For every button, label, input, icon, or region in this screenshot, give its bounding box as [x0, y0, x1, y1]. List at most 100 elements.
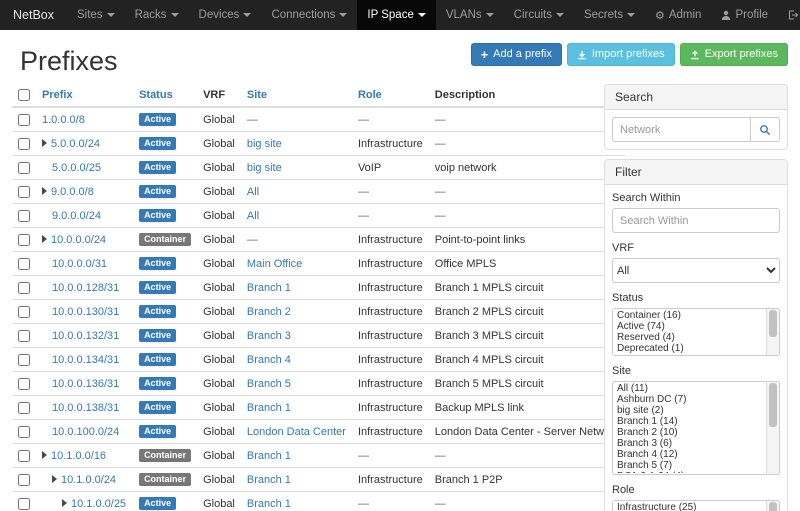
- nav-item-secrets[interactable]: Secrets: [574, 0, 645, 30]
- add-a-prefix-button[interactable]: +Add a prefix: [471, 43, 562, 66]
- filter-status-listbox[interactable]: Container (16)Active (74)Reserved (4)Dep…: [612, 308, 780, 356]
- listbox-option[interactable]: Branch 5 (7): [614, 460, 765, 471]
- search-input[interactable]: [612, 117, 750, 142]
- prefix-link[interactable]: 10.0.0.132/31: [52, 330, 119, 342]
- row-checkbox[interactable]: [18, 402, 30, 414]
- nav-item-racks[interactable]: Racks: [125, 0, 189, 30]
- filter-vrf-select[interactable]: All: [612, 258, 780, 283]
- scrollbar[interactable]: [766, 382, 779, 474]
- sort-link[interactable]: Status: [139, 89, 173, 101]
- nav-item-circuits[interactable]: Circuits: [504, 0, 574, 30]
- site-link[interactable]: All: [247, 210, 259, 222]
- row-checkbox[interactable]: [18, 258, 30, 270]
- prefix-link[interactable]: 10.0.0.0/31: [52, 258, 107, 270]
- expand-icon[interactable]: [42, 451, 47, 459]
- select-all-checkbox[interactable]: [18, 89, 30, 101]
- row-checkbox[interactable]: [18, 378, 30, 390]
- expand-icon[interactable]: [52, 475, 57, 483]
- site-link[interactable]: Branch 1: [247, 450, 291, 462]
- listbox-option[interactable]: Deprecated (1): [614, 343, 765, 354]
- prefix-link[interactable]: 5.0.0.0/24: [51, 138, 100, 150]
- listbox-option[interactable]: Branch 4 (12): [614, 449, 765, 460]
- row-checkbox[interactable]: [18, 354, 30, 366]
- prefix-link[interactable]: 10.0.0.136/31: [52, 378, 119, 390]
- prefix-link[interactable]: 1.0.0.0/8: [42, 114, 85, 126]
- prefix-link[interactable]: 10.0.0.134/31: [52, 354, 119, 366]
- prefix-link[interactable]: 10.0.100.0/24: [52, 426, 119, 438]
- listbox-option[interactable]: big site (2): [614, 405, 765, 416]
- search-button[interactable]: [750, 117, 780, 142]
- navbar-brand[interactable]: NetBox: [0, 0, 67, 30]
- scrollbar[interactable]: [766, 501, 779, 511]
- row-checkbox[interactable]: [18, 330, 30, 342]
- site-link[interactable]: Branch 3: [247, 330, 291, 342]
- expand-icon[interactable]: [42, 139, 47, 147]
- prefix-link[interactable]: 10.1.0.0/16: [51, 450, 106, 462]
- listbox-option[interactable]: DC1-2-1-24 (4): [614, 471, 765, 473]
- row-checkbox[interactable]: [18, 306, 30, 318]
- import-prefixes-button[interactable]: Import prefixes: [567, 43, 675, 66]
- site-link[interactable]: Branch 1: [247, 474, 291, 486]
- listbox-option[interactable]: Infrastructure (25): [614, 502, 765, 511]
- export-prefixes-button[interactable]: Export prefixes: [680, 43, 788, 66]
- row-checkbox[interactable]: [18, 210, 30, 222]
- prefix-link[interactable]: 9.0.0.0/24: [52, 210, 101, 222]
- nav-item-sites[interactable]: Sites: [67, 0, 125, 30]
- site-link[interactable]: big site: [247, 162, 282, 174]
- filter-search-within-input[interactable]: [612, 208, 780, 233]
- row-checkbox[interactable]: [18, 162, 30, 174]
- filter-role-listbox[interactable]: Infrastructure (25)Management (8)Private…: [612, 500, 780, 511]
- row-checkbox[interactable]: [18, 498, 30, 510]
- row-checkbox[interactable]: [18, 114, 30, 126]
- row-checkbox[interactable]: [18, 282, 30, 294]
- site-link[interactable]: All: [247, 186, 259, 198]
- listbox-option[interactable]: Active (74): [614, 321, 765, 332]
- site-link[interactable]: Branch 2: [247, 306, 291, 318]
- row-checkbox[interactable]: [18, 234, 30, 246]
- nav-item-devices[interactable]: Devices: [189, 0, 262, 30]
- site-link[interactable]: Branch 4: [247, 354, 291, 366]
- listbox-option[interactable]: Branch 2 (10): [614, 427, 765, 438]
- site-link[interactable]: Branch 5: [247, 378, 291, 390]
- row-checkbox[interactable]: [18, 450, 30, 462]
- nav-item-profile[interactable]: Profile: [711, 0, 778, 30]
- sort-link[interactable]: Role: [358, 89, 382, 101]
- scrollbar[interactable]: [766, 309, 779, 355]
- site-link[interactable]: London Data Center: [247, 426, 346, 438]
- nav-item-log-out[interactable]: Log out: [778, 0, 800, 30]
- prefix-link[interactable]: 10.0.0.0/24: [51, 234, 106, 246]
- nav-item-ip-space[interactable]: IP Space: [357, 0, 435, 30]
- site-link[interactable]: Branch 1: [247, 498, 291, 510]
- nav-item-vlans[interactable]: VLANs: [436, 0, 504, 30]
- expand-icon[interactable]: [42, 187, 47, 195]
- scrollbar-thumb[interactable]: [769, 310, 777, 337]
- listbox-option[interactable]: Ashburn DC (7): [614, 394, 765, 405]
- prefix-link[interactable]: 9.0.0.0/8: [51, 186, 94, 198]
- scrollbar-thumb[interactable]: [769, 383, 777, 427]
- row-checkbox[interactable]: [18, 474, 30, 486]
- listbox-option[interactable]: Reserved (4): [614, 332, 765, 343]
- row-checkbox[interactable]: [18, 186, 30, 198]
- prefix-link[interactable]: 10.0.0.138/31: [52, 402, 119, 414]
- listbox-option[interactable]: Branch 1 (14): [614, 416, 765, 427]
- listbox-option[interactable]: All (11): [614, 383, 765, 394]
- nav-item-connections[interactable]: Connections: [261, 0, 357, 30]
- prefix-link[interactable]: 10.1.0.0/25: [71, 498, 126, 510]
- expand-icon[interactable]: [62, 499, 67, 507]
- filter-site-listbox[interactable]: All (11)Ashburn DC (7)big site (2)Branch…: [612, 381, 780, 475]
- row-checkbox[interactable]: [18, 138, 30, 150]
- row-checkbox[interactable]: [18, 426, 30, 438]
- listbox-option[interactable]: Container (16): [614, 310, 765, 321]
- sort-link[interactable]: Prefix: [42, 89, 73, 101]
- sort-link[interactable]: Site: [247, 89, 267, 101]
- site-link[interactable]: Branch 1: [247, 402, 291, 414]
- site-link[interactable]: big site: [247, 138, 282, 150]
- site-link[interactable]: Main Office: [247, 258, 302, 270]
- site-link[interactable]: Branch 1: [247, 282, 291, 294]
- prefix-link[interactable]: 10.1.0.0/24: [61, 474, 116, 486]
- listbox-option[interactable]: Branch 3 (6): [614, 438, 765, 449]
- prefix-link[interactable]: 10.0.0.128/31: [52, 282, 119, 294]
- scrollbar-thumb[interactable]: [769, 502, 777, 511]
- prefix-link[interactable]: 5.0.0.0/25: [52, 162, 101, 174]
- expand-icon[interactable]: [42, 235, 47, 243]
